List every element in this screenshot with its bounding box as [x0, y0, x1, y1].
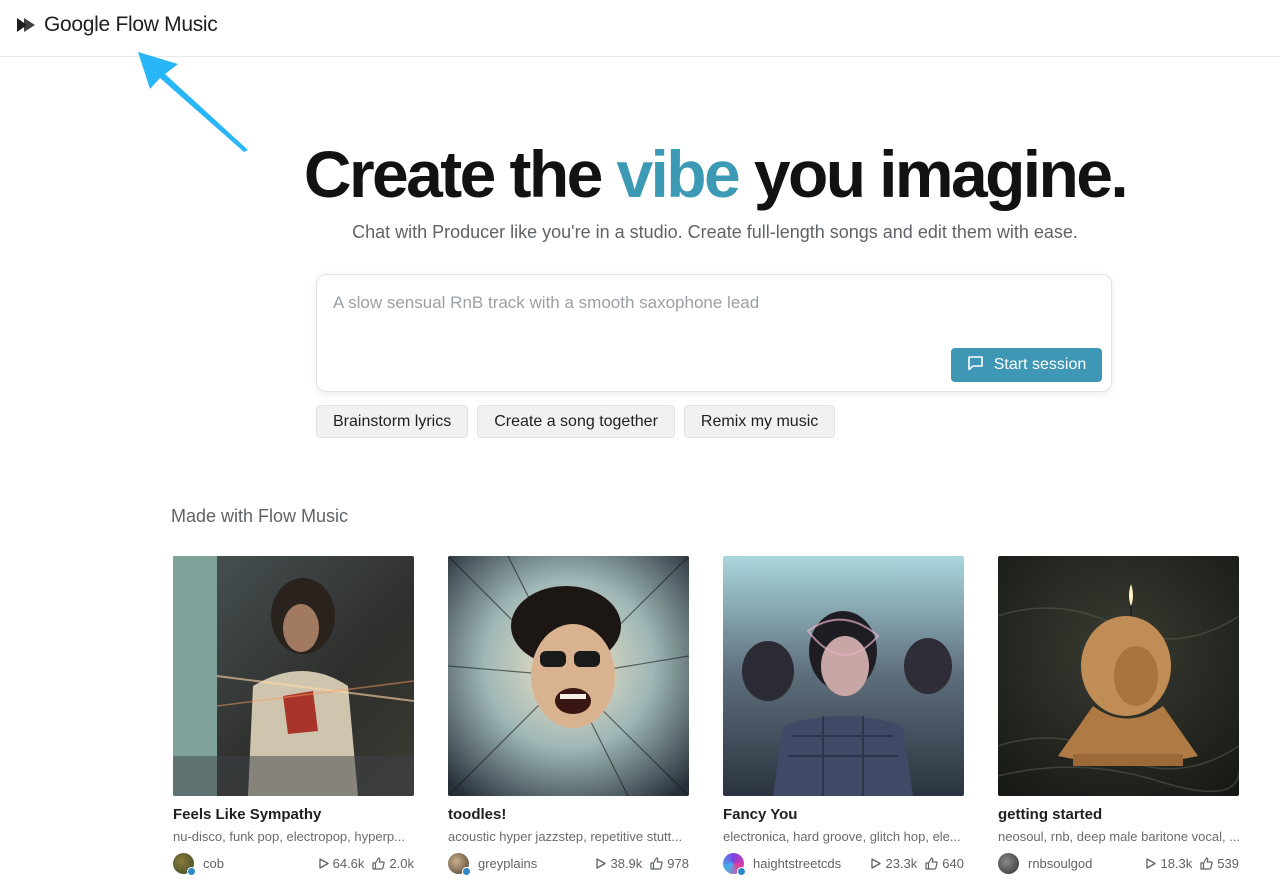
likes-stat[interactable]: 978: [650, 856, 689, 871]
play-icon: [871, 858, 882, 869]
verified-badge-icon: [737, 867, 746, 876]
likes-count: 539: [1217, 856, 1239, 871]
cover-art-image[interactable]: [448, 556, 689, 796]
thumbs-up-icon: [372, 857, 386, 870]
verified-badge-icon: [187, 867, 196, 876]
thumbs-up-icon: [650, 857, 663, 870]
suggestion-chips: Brainstorm lyrics Create a song together…: [316, 405, 836, 438]
song-title[interactable]: getting started: [998, 806, 1239, 823]
avatar[interactable]: [723, 853, 746, 876]
likes-stat[interactable]: 2.0k: [372, 856, 414, 871]
thumbs-up-icon: [925, 857, 938, 870]
gallery-title: Made with Flow Music: [171, 506, 349, 526]
plays-stat: 18.3k: [1146, 856, 1192, 871]
song-card[interactable]: Feels Like Sympathy nu-disco, funk pop, …: [173, 556, 414, 876]
start-session-label: Start session: [993, 356, 1087, 373]
song-meta: cob 64.6k 2.0k: [173, 853, 414, 876]
avatar[interactable]: [448, 853, 471, 876]
likes-count: 978: [667, 856, 689, 871]
song-meta: haightstreetcds 23.3k 640: [723, 853, 964, 876]
play-icon: [318, 858, 329, 869]
chip-brainstorm-lyrics[interactable]: Brainstorm lyrics: [316, 405, 469, 438]
hero: Create the vibe you imagine.: [0, 132, 1280, 216]
play-logo-icon: [16, 17, 37, 33]
play-icon: [1146, 858, 1157, 869]
chat-bubble-icon: [967, 355, 984, 376]
plays-count: 23.3k: [885, 856, 918, 871]
plays-count: 38.9k: [610, 856, 643, 871]
thumbs-up-icon: [1200, 857, 1213, 870]
headline-part-1: Create the: [303, 137, 603, 211]
song-card[interactable]: getting started neosoul, rnb, deep male …: [998, 556, 1239, 874]
headline-accent: vibe: [616, 137, 740, 211]
app-logo[interactable]: Google Flow Music: [16, 13, 218, 37]
username[interactable]: haightstreetcds: [753, 856, 863, 871]
username[interactable]: greyplains: [478, 856, 588, 871]
plays-stat: 64.6k: [318, 856, 365, 871]
start-session-button[interactable]: Start session: [951, 348, 1102, 382]
cover-art-image[interactable]: [723, 556, 964, 796]
likes-stat[interactable]: 640: [925, 856, 964, 871]
likes-stat[interactable]: 539: [1200, 856, 1239, 871]
gallery-cards: Feels Like Sympathy nu-disco, funk pop, …: [173, 556, 1239, 876]
avatar[interactable]: [173, 853, 196, 876]
song-meta: rnbsoulgod 18.3k 539: [998, 853, 1239, 874]
song-tags: acoustic hyper jazzstep, repetitive stut…: [448, 829, 683, 844]
song-card[interactable]: toodles! acoustic hyper jazzstep, repeti…: [448, 556, 689, 876]
username[interactable]: cob: [203, 856, 311, 871]
avatar[interactable]: [998, 853, 1019, 874]
song-title[interactable]: toodles!: [448, 806, 689, 823]
hero-headline: Create the vibe you imagine.: [0, 132, 1280, 216]
likes-count: 2.0k: [389, 856, 414, 871]
likes-count: 640: [942, 856, 964, 871]
chip-remix-my-music[interactable]: Remix my music: [683, 405, 836, 438]
chip-create-song-together[interactable]: Create a song together: [477, 405, 675, 438]
song-tags: electronica, hard groove, glitch hop, el…: [723, 829, 961, 844]
prompt-box: Start session: [316, 274, 1112, 392]
song-title[interactable]: Feels Like Sympathy: [173, 806, 414, 823]
song-tags: nu-disco, funk pop, electropop, hyperp..…: [173, 829, 405, 844]
plays-stat: 23.3k: [871, 856, 917, 871]
song-card[interactable]: Fancy You electronica, hard groove, glit…: [723, 556, 964, 876]
plays-count: 18.3k: [1160, 856, 1193, 871]
plays-count: 64.6k: [332, 856, 365, 871]
play-icon: [596, 858, 607, 869]
prompt-input[interactable]: [333, 293, 1073, 313]
verified-badge-icon: [462, 867, 471, 876]
song-tags: neosoul, rnb, deep male baritone vocal, …: [998, 829, 1239, 844]
plays-stat: 38.9k: [596, 856, 642, 871]
headline-part-2: you imagine.: [753, 137, 1129, 211]
username[interactable]: rnbsoulgod: [1028, 856, 1138, 871]
app-name: Google Flow Music: [44, 13, 218, 36]
song-title[interactable]: Fancy You: [723, 806, 964, 823]
cover-art-image[interactable]: [173, 556, 414, 796]
hero-subheading: Chat with Producer like you're in a stud…: [352, 222, 1078, 242]
song-meta: greyplains 38.9k 978: [448, 853, 689, 876]
cover-art-image[interactable]: [998, 556, 1239, 796]
